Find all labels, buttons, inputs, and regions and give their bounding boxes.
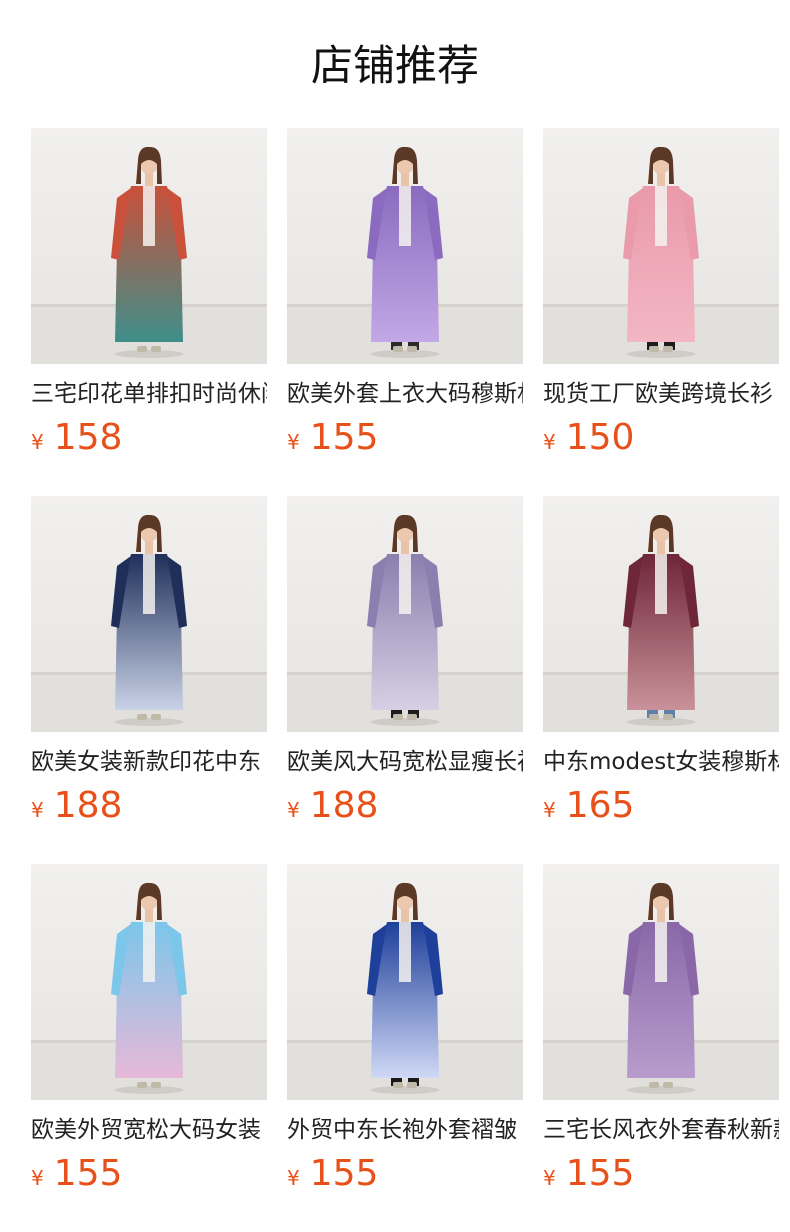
currency-symbol: ¥ [31, 798, 44, 822]
product-card[interactable]: 欧美风大码宽松显瘦长衫 ¥188 [287, 496, 523, 836]
product-name[interactable]: 欧美风大码宽松显瘦长衫 [287, 746, 523, 778]
price-amount: 188 [309, 785, 379, 826]
price-amount: 150 [565, 417, 635, 458]
product-price: ¥155 [31, 1152, 122, 1196]
price-amount: 155 [309, 417, 379, 458]
product-photo-paisley-print-coat[interactable] [287, 496, 523, 732]
product-name[interactable]: 外贸中东长袍外套褶皱 [287, 1114, 523, 1146]
currency-symbol: ¥ [31, 1166, 44, 1190]
product-photo-sky-blue-coat[interactable] [31, 864, 267, 1100]
product-price: ¥165 [543, 784, 634, 828]
product-photo-purple-gradient-coat[interactable] [287, 128, 523, 364]
price-amount: 155 [53, 1153, 123, 1194]
price-amount: 165 [565, 785, 635, 826]
product-card[interactable]: 欧美外套上衣大码穆斯林 ¥155 [287, 128, 523, 468]
product-grid: 三宅印花单排扣时尚休闲 ¥158 欧美外套上衣大码穆斯林 ¥ 155 现货工厂欧… [31, 128, 790, 1232]
product-photo-lavender-long-coat[interactable] [543, 864, 779, 1100]
product-price: ¥155 [287, 1152, 378, 1196]
product-card[interactable]: 三宅印花单排扣时尚休闲 ¥158 [31, 128, 267, 468]
product-photo-floral-print-coat[interactable] [31, 128, 267, 364]
product-name[interactable]: 三宅长风衣外套春秋新款 [543, 1114, 779, 1146]
currency-symbol: ¥ [31, 430, 44, 454]
currency-symbol: ¥ [543, 430, 556, 454]
product-price: ¥150 [543, 416, 634, 460]
product-photo-pink-coat[interactable] [543, 128, 779, 364]
product-card[interactable]: 欧美外贸宽松大码女装 ¥155 [31, 864, 267, 1204]
price-amount: 158 [53, 417, 123, 458]
currency-symbol: ¥ [287, 1166, 300, 1190]
product-card[interactable]: 现货工厂欧美跨境长衫 ¥150 [543, 128, 779, 468]
page-title: 店铺推荐 [310, 41, 479, 90]
product-price: ¥155 [287, 416, 378, 460]
product-photo-burgundy-gradient-coat[interactable] [543, 496, 779, 732]
product-card[interactable]: 外贸中东长袍外套褶皱 ¥155 [287, 864, 523, 1204]
currency-symbol: ¥ [287, 798, 300, 822]
product-photo-navy-print-robe[interactable] [31, 496, 267, 732]
product-name[interactable]: 三宅印花单排扣时尚休闲 [31, 378, 267, 410]
product-name[interactable]: 欧美外套上衣大码穆斯林 [287, 378, 523, 410]
product-card[interactable]: 欧美女装新款印花中东 ¥188 [31, 496, 267, 836]
currency-symbol: ¥ [543, 798, 556, 822]
product-name[interactable]: 欧美女装新款印花中东 [31, 746, 267, 778]
product-price: ¥155 [543, 1152, 634, 1196]
product-name[interactable]: 欧美外贸宽松大码女装 [31, 1114, 267, 1146]
product-name[interactable]: 中东modest女装穆斯林 [543, 746, 779, 778]
product-photo-royal-blue-coat[interactable] [287, 864, 523, 1100]
price-amount: 188 [53, 785, 123, 826]
currency-symbol: ¥ [543, 1166, 556, 1190]
product-price: ¥188 [287, 784, 378, 828]
product-price: ¥188 [31, 784, 122, 828]
product-price: ¥158 [31, 416, 122, 460]
product-card[interactable]: 中东modest女装穆斯林 ¥165 [543, 496, 779, 836]
price-amount: 155 [565, 1153, 635, 1194]
currency-symbol: ¥ [287, 430, 300, 454]
product-card[interactable]: 三宅长风衣外套春秋新款 ¥155 [543, 864, 779, 1204]
product-name[interactable]: 现货工厂欧美跨境长衫 [543, 378, 779, 410]
price-amount: 155 [309, 1153, 379, 1194]
